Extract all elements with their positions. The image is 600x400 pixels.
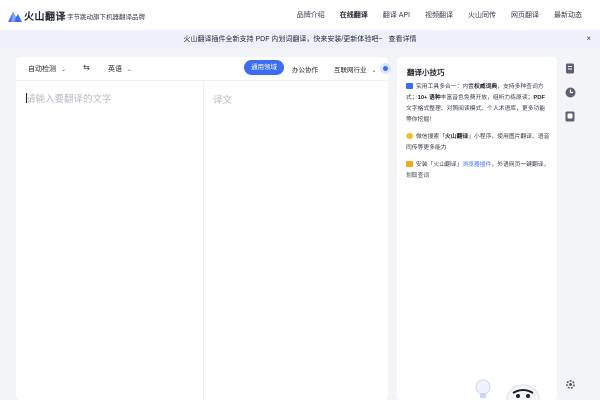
settings-gear-icon[interactable] xyxy=(563,377,577,391)
tip3-text-pre: 安装「火山翻译」 xyxy=(416,162,463,168)
top-navigation-bar: 火山翻译 字节跳动旗下机器翻译品牌 品牌介绍 在线翻译 翻译 API 视频翻译 … xyxy=(0,0,600,30)
mascot-illustration-icon xyxy=(475,379,540,400)
document-translate-icon[interactable] xyxy=(563,61,577,75)
chevron-down-icon: ⌄ xyxy=(61,67,67,73)
tip2-text-pre: 微信搜索「 xyxy=(416,134,445,140)
text-cursor xyxy=(26,93,27,103)
target-language-select[interactable]: 英语 ⌄ xyxy=(108,64,132,74)
folder-icon xyxy=(406,161,413,167)
nav-video-translate[interactable]: 视频翻译 xyxy=(425,10,453,20)
logo[interactable]: 火山翻译 xyxy=(8,8,66,23)
tip2-bold-name: 火山翻译 xyxy=(445,134,469,140)
volcano-logo-icon xyxy=(8,11,22,22)
source-language-label: 自动检测 xyxy=(28,66,56,73)
nav-brand-intro[interactable]: 品牌介绍 xyxy=(297,10,325,20)
chevron-down-icon: ⌄ xyxy=(371,68,377,74)
history-icon[interactable] xyxy=(563,85,577,99)
banner-details-button[interactable]: 查看详情 xyxy=(388,34,416,44)
domain-internet-label: 互联网行业 xyxy=(334,67,367,74)
domain-general-button[interactable]: 通用领域 xyxy=(244,60,284,75)
source-language-select[interactable]: 自动检测 ⌄ xyxy=(28,64,66,74)
tips-title: 翻译小技巧 xyxy=(407,68,445,77)
tip1-text-mid2: 丰富音色免费开放，组听力练原读； xyxy=(440,95,534,101)
target-language-label: 英语 xyxy=(108,66,122,73)
tip-item: 实用工具多合一：内置权威词典，支持多种查词方式；10+ 语种丰富音色免费开放，组… xyxy=(406,82,550,126)
announcement-banner: 火山翻译插件全新支持 PDF 内划词翻译，快来安装/更新体验吧~ 查看详情 × xyxy=(0,30,600,48)
nav-simultaneous-interpretation[interactable]: 火山同传 xyxy=(468,10,496,20)
brand-slogan: 字节跳动旗下机器翻译品牌 xyxy=(67,14,145,21)
translation-output: 译文 xyxy=(213,95,233,106)
tips-panel: 翻译小技巧 实用工具多合一：内置权威词典，支持多种查词方式；10+ 语种丰富音色… xyxy=(397,57,557,400)
nav-latest-news[interactable]: 最新动态 xyxy=(554,10,582,20)
wechat-icon xyxy=(406,133,413,139)
tip-item: 安装「火山翻译」浏览器插件，外语网页一键翻译，划取查词 xyxy=(406,160,550,182)
domain-toggle-icon[interactable] xyxy=(380,63,391,74)
swap-languages-icon[interactable]: ⇆ xyxy=(83,63,90,72)
tip1-bold-languages: 10+ 语种 xyxy=(417,95,441,101)
tip-item: 微信搜索「火山翻译」小程序，使用图片翻译、语音同传等更多能力 xyxy=(406,132,550,154)
nav-translate-api[interactable]: 翻译 API xyxy=(383,10,410,20)
toolbox-icon xyxy=(406,83,413,89)
pane-divider xyxy=(203,81,204,400)
favorites-icon[interactable] xyxy=(563,109,577,123)
main-nav: 品牌介绍 在线翻译 翻译 API 视频翻译 火山同传 网页翻译 最新动态 xyxy=(282,10,582,20)
translator-panel: 自动检测 ⌄ ⇆ 英语 ⌄ 通用领域 办公协作 互联网行业 ⌄ 译文 xyxy=(16,57,391,400)
tip1-text-pre: 实用工具多合一：内置 xyxy=(416,84,474,90)
nav-web-translate[interactable]: 网页翻译 xyxy=(511,10,539,20)
browser-extension-link[interactable]: 浏览器插件 xyxy=(462,162,491,168)
domain-internet-button[interactable]: 互联网行业 ⌄ xyxy=(334,64,377,74)
tip1-text-post: 文字格式整理、对照阅读模式、个人术语库，更多功能等你挖掘！ xyxy=(406,106,546,123)
source-text-input[interactable] xyxy=(26,91,196,391)
banner-text: 火山翻译插件全新支持 PDF 内划词翻译，快来安装/更新体验吧~ xyxy=(183,36,383,43)
domain-office-button[interactable]: 办公协作 xyxy=(292,64,318,74)
chevron-down-icon: ⌄ xyxy=(127,67,133,73)
translator-toolbar: 自动检测 ⌄ ⇆ 英语 ⌄ 通用领域 办公协作 互联网行业 ⌄ xyxy=(16,57,391,81)
logo-text: 火山翻译 xyxy=(24,12,66,23)
nav-online-translate[interactable]: 在线翻译 xyxy=(340,10,368,20)
tip1-bold-pdf: PDF xyxy=(533,95,546,101)
tip1-bold-dictionary: 权威词典 xyxy=(473,84,498,90)
close-icon[interactable]: × xyxy=(586,34,591,43)
